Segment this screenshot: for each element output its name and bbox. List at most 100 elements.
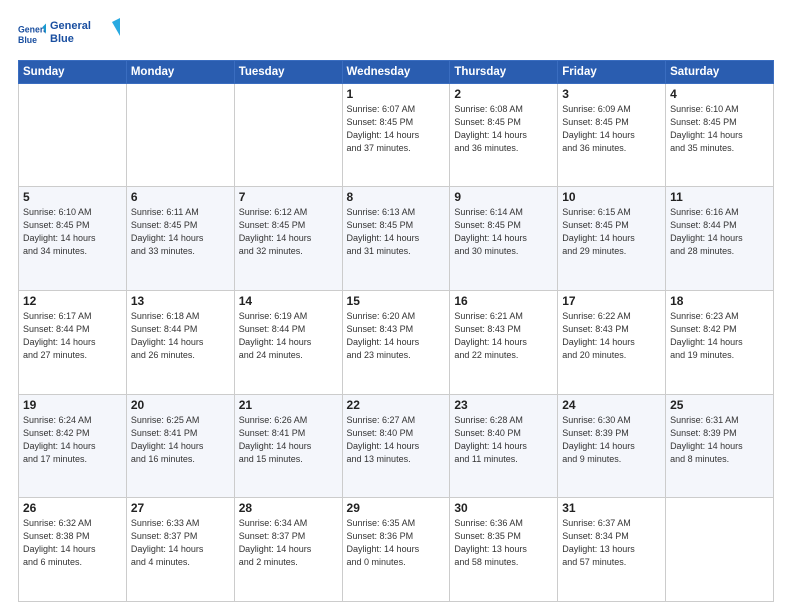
day-info: Sunrise: 6:22 AM Sunset: 8:43 PM Dayligh… (562, 310, 661, 362)
weekday-header-row: SundayMondayTuesdayWednesdayThursdayFrid… (19, 60, 774, 83)
day-info: Sunrise: 6:27 AM Sunset: 8:40 PM Dayligh… (347, 414, 446, 466)
day-number: 29 (347, 501, 446, 515)
day-info: Sunrise: 6:13 AM Sunset: 8:45 PM Dayligh… (347, 206, 446, 258)
day-info: Sunrise: 6:07 AM Sunset: 8:45 PM Dayligh… (347, 103, 446, 155)
day-cell: 13 Sunrise: 6:18 AM Sunset: 8:44 PM Dayli… (126, 290, 234, 394)
day-number: 26 (23, 501, 122, 515)
day-cell: 8 Sunrise: 6:13 AM Sunset: 8:45 PM Daylig… (342, 187, 450, 291)
day-info: Sunrise: 6:28 AM Sunset: 8:40 PM Dayligh… (454, 414, 553, 466)
day-number: 30 (454, 501, 553, 515)
day-number: 11 (670, 190, 769, 204)
day-number: 22 (347, 398, 446, 412)
day-info: Sunrise: 6:19 AM Sunset: 8:44 PM Dayligh… (239, 310, 338, 362)
week-row-1: 1Sunrise: 6:07 AM Sunset: 8:45 PM Daylig… (19, 83, 774, 187)
weekday-header-saturday: Saturday (666, 60, 774, 83)
day-number: 28 (239, 501, 338, 515)
day-number: 7 (239, 190, 338, 204)
day-cell: 17 Sunrise: 6:22 AM Sunset: 8:43 PM Dayli… (558, 290, 666, 394)
weekday-header-monday: Monday (126, 60, 234, 83)
day-cell: 12 Sunrise: 6:17 AM Sunset: 8:44 PM Dayli… (19, 290, 127, 394)
page: General Blue General Blue Sunda (0, 0, 792, 612)
weekday-header-tuesday: Tuesday (234, 60, 342, 83)
day-info: Sunrise: 6:35 AM Sunset: 8:36 PM Dayligh… (347, 517, 446, 569)
day-number: 17 (562, 294, 661, 308)
day-number: 6 (131, 190, 230, 204)
day-number: 21 (239, 398, 338, 412)
day-number: 2 (454, 87, 553, 101)
day-info: Sunrise: 6:26 AM Sunset: 8:41 PM Dayligh… (239, 414, 338, 466)
day-cell: 2 Sunrise: 6:08 AM Sunset: 8:45 PM Daylig… (450, 83, 558, 187)
day-number: 16 (454, 294, 553, 308)
day-cell: 7 Sunrise: 6:12 AM Sunset: 8:45 PM Daylig… (234, 187, 342, 291)
svg-text:General: General (18, 24, 46, 34)
day-cell: 4Sunrise: 6:10 AM Sunset: 8:45 PM Daylig… (666, 83, 774, 187)
day-cell (234, 83, 342, 187)
svg-text:Blue: Blue (18, 35, 37, 45)
day-number: 12 (23, 294, 122, 308)
day-cell (126, 83, 234, 187)
day-cell: 18 Sunrise: 6:23 AM Sunset: 8:42 PM Dayli… (666, 290, 774, 394)
day-cell: 28 Sunrise: 6:34 AM Sunset: 8:37 PM Dayli… (234, 498, 342, 602)
day-info: Sunrise: 6:17 AM Sunset: 8:44 PM Dayligh… (23, 310, 122, 362)
day-info: Sunrise: 6:24 AM Sunset: 8:42 PM Dayligh… (23, 414, 122, 466)
day-info: Sunrise: 6:08 AM Sunset: 8:45 PM Dayligh… (454, 103, 553, 155)
logo-icon: General Blue (18, 20, 46, 48)
day-info: Sunrise: 6:34 AM Sunset: 8:37 PM Dayligh… (239, 517, 338, 569)
day-cell: 1Sunrise: 6:07 AM Sunset: 8:45 PM Daylig… (342, 83, 450, 187)
day-info: Sunrise: 6:10 AM Sunset: 8:45 PM Dayligh… (23, 206, 122, 258)
day-number: 31 (562, 501, 661, 515)
day-info: Sunrise: 6:32 AM Sunset: 8:38 PM Dayligh… (23, 517, 122, 569)
day-number: 27 (131, 501, 230, 515)
day-cell: 30 Sunrise: 6:36 AM Sunset: 8:35 PM Dayli… (450, 498, 558, 602)
day-number: 20 (131, 398, 230, 412)
day-info: Sunrise: 6:09 AM Sunset: 8:45 PM Dayligh… (562, 103, 661, 155)
day-cell: 3 Sunrise: 6:09 AM Sunset: 8:45 PM Daylig… (558, 83, 666, 187)
day-number: 9 (454, 190, 553, 204)
svg-text:General: General (50, 20, 91, 32)
day-number: 18 (670, 294, 769, 308)
day-number: 13 (131, 294, 230, 308)
day-cell: 15Sunrise: 6:20 AM Sunset: 8:43 PM Dayli… (342, 290, 450, 394)
day-number: 19 (23, 398, 122, 412)
day-cell: 16 Sunrise: 6:21 AM Sunset: 8:43 PM Dayli… (450, 290, 558, 394)
header: General Blue General Blue (18, 16, 774, 52)
day-info: Sunrise: 6:14 AM Sunset: 8:45 PM Dayligh… (454, 206, 553, 258)
day-info: Sunrise: 6:25 AM Sunset: 8:41 PM Dayligh… (131, 414, 230, 466)
day-cell: 29 Sunrise: 6:35 AM Sunset: 8:36 PM Dayli… (342, 498, 450, 602)
day-info: Sunrise: 6:18 AM Sunset: 8:44 PM Dayligh… (131, 310, 230, 362)
day-info: Sunrise: 6:11 AM Sunset: 8:45 PM Dayligh… (131, 206, 230, 258)
week-row-5: 26 Sunrise: 6:32 AM Sunset: 8:38 PM Dayli… (19, 498, 774, 602)
day-cell: 19 Sunrise: 6:24 AM Sunset: 8:42 PM Dayli… (19, 394, 127, 498)
day-number: 23 (454, 398, 553, 412)
day-info: Sunrise: 6:36 AM Sunset: 8:35 PM Dayligh… (454, 517, 553, 569)
day-number: 3 (562, 87, 661, 101)
day-cell (19, 83, 127, 187)
week-row-3: 12 Sunrise: 6:17 AM Sunset: 8:44 PM Dayli… (19, 290, 774, 394)
weekday-header-friday: Friday (558, 60, 666, 83)
day-info: Sunrise: 6:12 AM Sunset: 8:45 PM Dayligh… (239, 206, 338, 258)
day-info: Sunrise: 6:23 AM Sunset: 8:42 PM Dayligh… (670, 310, 769, 362)
day-info: Sunrise: 6:31 AM Sunset: 8:39 PM Dayligh… (670, 414, 769, 466)
day-cell (666, 498, 774, 602)
day-info: Sunrise: 6:21 AM Sunset: 8:43 PM Dayligh… (454, 310, 553, 362)
day-cell: 23 Sunrise: 6:28 AM Sunset: 8:40 PM Dayli… (450, 394, 558, 498)
day-number: 15 (347, 294, 446, 308)
day-info: Sunrise: 6:16 AM Sunset: 8:44 PM Dayligh… (670, 206, 769, 258)
day-cell: 9 Sunrise: 6:14 AM Sunset: 8:45 PM Daylig… (450, 187, 558, 291)
day-number: 4 (670, 87, 769, 101)
weekday-header-sunday: Sunday (19, 60, 127, 83)
day-number: 24 (562, 398, 661, 412)
day-cell: 22 Sunrise: 6:27 AM Sunset: 8:40 PM Dayli… (342, 394, 450, 498)
day-number: 8 (347, 190, 446, 204)
day-info: Sunrise: 6:33 AM Sunset: 8:37 PM Dayligh… (131, 517, 230, 569)
calendar-table: SundayMondayTuesdayWednesdayThursdayFrid… (18, 60, 774, 602)
day-cell: 21 Sunrise: 6:26 AM Sunset: 8:41 PM Dayli… (234, 394, 342, 498)
day-cell: 5Sunrise: 6:10 AM Sunset: 8:45 PM Daylig… (19, 187, 127, 291)
logo: General Blue General Blue (18, 16, 120, 52)
weekday-header-thursday: Thursday (450, 60, 558, 83)
day-cell: 11 Sunrise: 6:16 AM Sunset: 8:44 PM Dayli… (666, 187, 774, 291)
day-number: 25 (670, 398, 769, 412)
week-row-2: 5Sunrise: 6:10 AM Sunset: 8:45 PM Daylig… (19, 187, 774, 291)
day-info: Sunrise: 6:37 AM Sunset: 8:34 PM Dayligh… (562, 517, 661, 569)
day-cell: 25 Sunrise: 6:31 AM Sunset: 8:39 PM Dayli… (666, 394, 774, 498)
